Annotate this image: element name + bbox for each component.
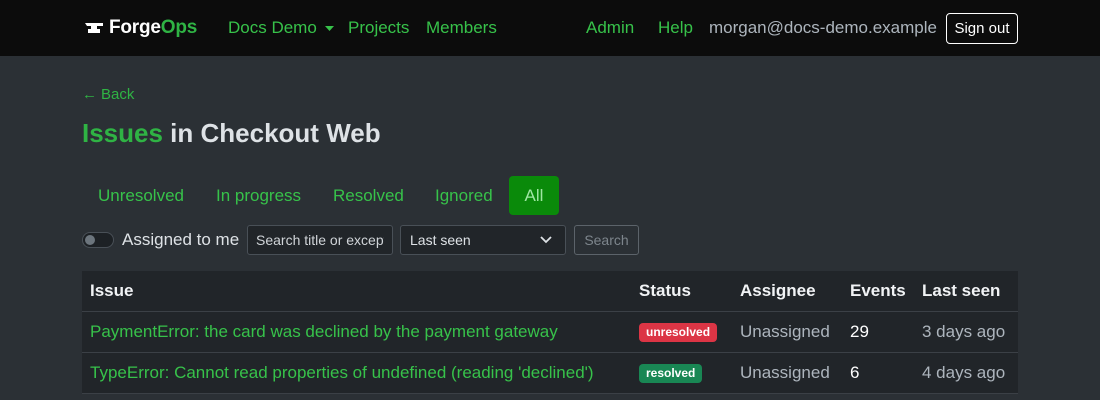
user-email: morgan@docs-demo.example <box>709 18 937 37</box>
page-title-project: in Checkout Web <box>162 118 381 148</box>
events-count: 29 <box>850 322 869 341</box>
sign-out-button[interactable]: Sign out <box>946 13 1018 44</box>
back-arrow-icon: ← <box>82 86 97 103</box>
page-title-accent: Issues <box>82 118 163 148</box>
assigned-to-me-label: Assigned to me <box>122 230 240 249</box>
org-dropdown-label: Docs Demo <box>228 18 317 37</box>
toggle-knob <box>85 235 95 245</box>
status-badge: unresolved <box>639 322 718 342</box>
column-header-status[interactable]: Status <box>639 271 691 311</box>
table-row: TypeError: Cannot read properties of und… <box>82 353 1018 394</box>
status-badge: resolved <box>639 363 703 383</box>
chevron-down-icon <box>540 236 552 244</box>
status-cell: resolved <box>639 353 703 393</box>
status-cell: unresolved <box>639 312 718 352</box>
last-seen-value: 3 days ago <box>922 322 1006 341</box>
last-seen-value: 4 days ago <box>922 363 1006 382</box>
tab-in-progress[interactable]: In progress <box>200 176 317 215</box>
nav-link-admin[interactable]: Admin <box>586 18 634 38</box>
column-header-issue[interactable]: Issue <box>90 271 133 311</box>
column-header-last-seen[interactable]: Last seen <box>922 271 1000 311</box>
nav-link-members[interactable]: Members <box>426 18 497 38</box>
caret-down-icon <box>324 25 334 31</box>
tab-unresolved[interactable]: Unresolved <box>82 176 200 215</box>
brand-name: ForgeOps <box>109 17 198 38</box>
assignee-cell[interactable]: Unassigned <box>740 353 830 393</box>
issue-title-link[interactable]: PaymentError: the card was declined by t… <box>90 312 558 352</box>
tab-all[interactable]: All <box>509 176 559 215</box>
back-link-label: Back <box>101 86 135 103</box>
issues-table: Issue Status Assignee Events Last seen P… <box>82 271 1018 394</box>
page-title: Issues in Checkout Web <box>82 118 381 149</box>
column-header-assignee[interactable]: Assignee <box>740 271 816 311</box>
tab-ignored[interactable]: Ignored <box>419 176 509 215</box>
top-navbar: ForgeOps Docs Demo Projects Members Admi… <box>0 0 1100 56</box>
tab-resolved[interactable]: Resolved <box>317 176 420 215</box>
table-row: PaymentError: the card was declined by t… <box>82 312 1018 353</box>
sort-select-value: Last seen <box>410 232 471 248</box>
events-count: 6 <box>850 363 860 382</box>
column-header-events[interactable]: Events <box>850 271 906 311</box>
search-button[interactable]: Search <box>574 225 639 255</box>
sort-select[interactable]: Last seen <box>400 225 566 255</box>
nav-link-projects[interactable]: Projects <box>348 18 409 38</box>
assigned-to-me-toggle[interactable] <box>82 232 114 248</box>
anvil-icon <box>85 23 103 33</box>
brand-logo-link[interactable]: ForgeOps <box>84 16 197 40</box>
nav-link-help[interactable]: Help <box>658 18 693 38</box>
org-dropdown[interactable]: Docs Demo <box>228 18 334 38</box>
assignee-cell[interactable]: Unassigned <box>740 312 830 352</box>
search-input[interactable] <box>247 225 393 255</box>
back-link[interactable]: ← Back <box>82 86 134 103</box>
table-header-row: Issue Status Assignee Events Last seen <box>82 271 1018 312</box>
issue-title-link[interactable]: TypeError: Cannot read properties of und… <box>90 353 594 393</box>
